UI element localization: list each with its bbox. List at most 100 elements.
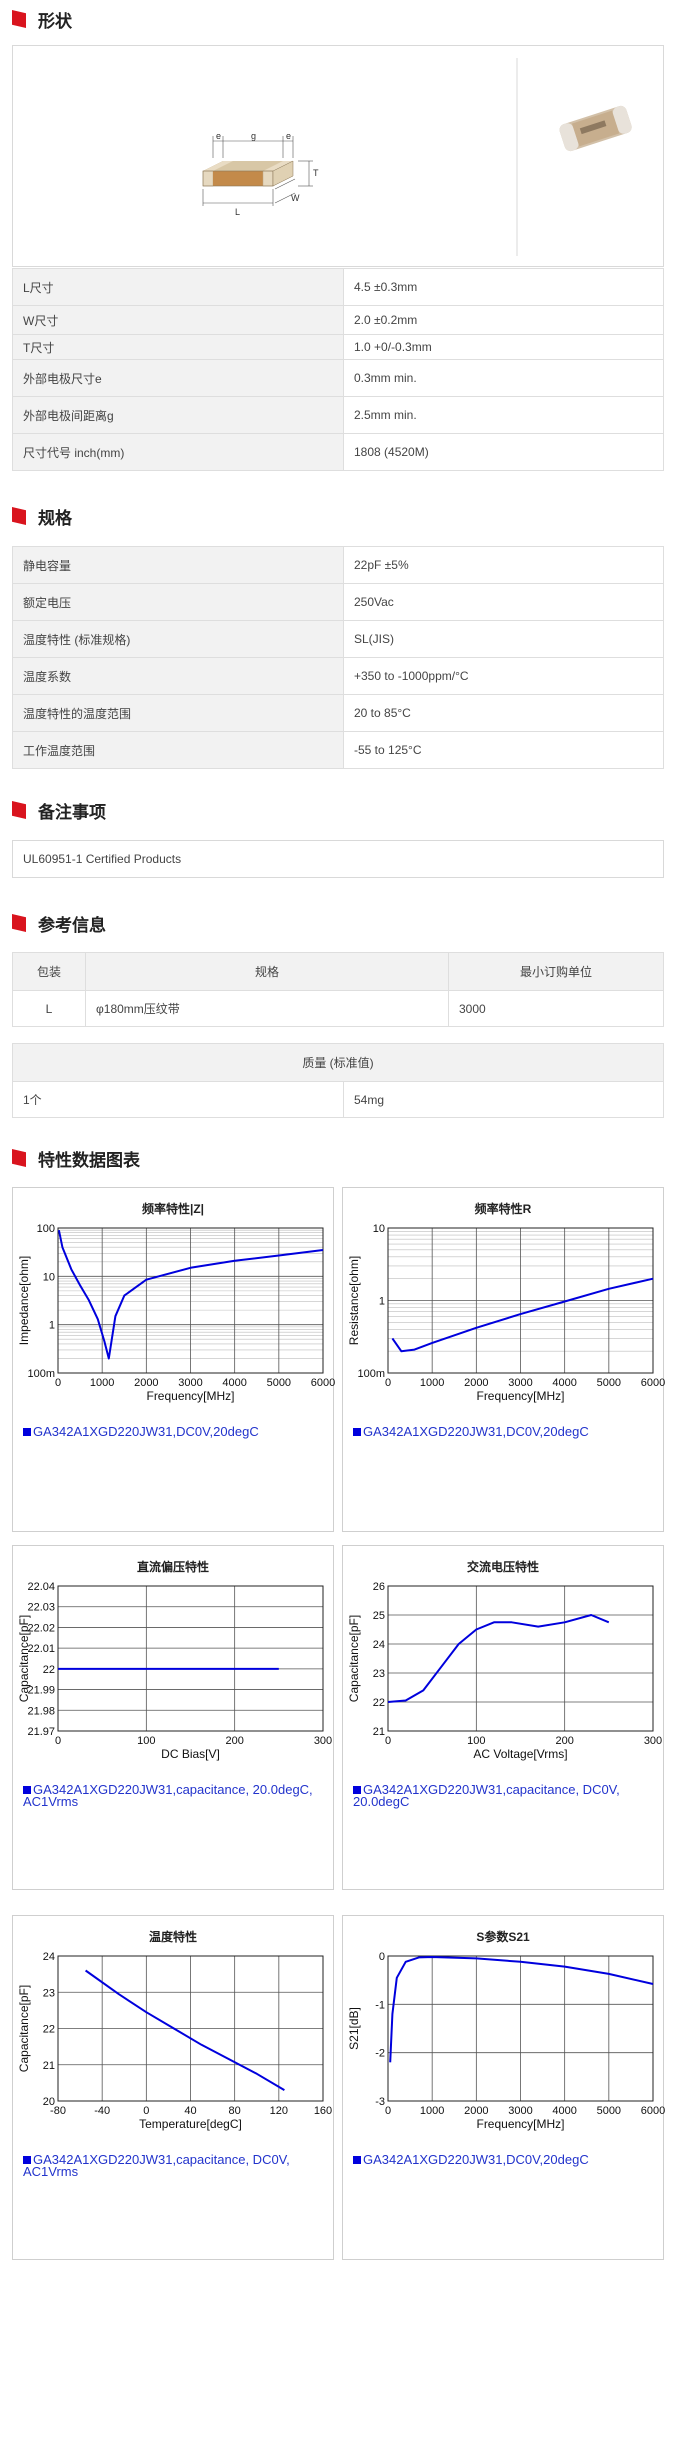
y-axis-label: S21[dB] [347, 2007, 361, 2050]
y-axis-label: Resistance[ohm] [347, 1256, 361, 1345]
dim-value: 1808 (4520M) [343, 433, 664, 471]
mass-value: 54mg [343, 1081, 664, 1118]
section-shape-header: 形状 [12, 6, 72, 32]
series-line [387, 1614, 610, 1703]
chart-legend: GA342A1XGD220JW31,DC0V,20degC [23, 1425, 313, 1438]
x-tick-label: 200 [225, 1735, 243, 1747]
y-tick-label: -2 [375, 2048, 385, 2060]
chart-ac-voltage: 交流电压特性 0 100 200 300 26 25 24 23 22 21 AC Voltage[… [342, 1545, 664, 1890]
column-header: 质量 (标准值) [12, 1043, 664, 1082]
table-row: 温度系数 +350 to -1000ppm/°C [12, 657, 664, 695]
dim-value: 2.5mm min. [343, 396, 664, 434]
x-tick-label: 5000 [597, 2105, 621, 2117]
spec-value: 22pF ±5% [343, 546, 664, 584]
table-row: 额定电压 250Vac [12, 583, 664, 621]
legend-marker-icon [23, 1428, 31, 1436]
x-tick-label: 1000 [90, 1377, 114, 1389]
x-axis-label: Frequency[MHz] [146, 1389, 234, 1403]
x-axis-label: DC Bias[V] [161, 1747, 220, 1761]
y-tick-label: 21 [373, 1726, 385, 1738]
table-row: 温度特性的温度范围 20 to 85°C [12, 694, 664, 732]
packaging-moq: 3000 [448, 990, 664, 1027]
section-title: 规格 [38, 508, 72, 528]
table-row: W尺寸 2.0 ±0.2mm [12, 305, 664, 335]
legend-label: GA342A1XGD220JW31,capacitance, 20.0degC,… [23, 1782, 313, 1809]
x-tick-label: 4000 [222, 1377, 246, 1389]
mass-unit: 1个 [12, 1081, 344, 1118]
table-row: 1个 54mg [12, 1081, 664, 1118]
x-tick-label: 300 [644, 1735, 662, 1747]
notes-box: UL60951-1 Certified Products [12, 840, 664, 878]
x-tick-label: 6000 [641, 1377, 665, 1389]
table-row: 静电容量 22pF ±5% [12, 546, 664, 584]
y-tick-label: 100m [357, 1368, 385, 1380]
table-row: L φ180mm压纹带 3000 [12, 990, 664, 1027]
chip-photo [559, 105, 632, 152]
y-tick-label: 21.98 [27, 1705, 55, 1717]
y-tick-label: 100 [37, 1223, 55, 1235]
y-tick-label: 24 [43, 1951, 55, 1963]
section-flag-icon [12, 507, 26, 525]
y-tick-label: 22 [43, 1664, 55, 1676]
dim-g: g [251, 131, 256, 141]
y-tick-label: 10 [43, 1271, 55, 1283]
section-flag-icon [12, 914, 26, 932]
packaging-code: L [12, 990, 86, 1027]
y-tick-label: 0 [379, 1951, 385, 1963]
dimension-table: L尺寸 4.5 ±0.3mm W尺寸 2.0 ±0.2mm T尺寸 1.0 +0… [12, 268, 664, 471]
packaging-table: 包装 规格 最小订购单位 L φ180mm压纹带 3000 [12, 952, 664, 1027]
chart-legend: GA342A1XGD220JW31,capacitance, 20.0degC,… [23, 1782, 313, 1809]
y-tick-label: 23 [373, 1668, 385, 1680]
x-tick-label: 100 [137, 1735, 155, 1747]
y-tick-label: -3 [375, 2096, 385, 2108]
table-header-row: 质量 (标准值) [12, 1043, 664, 1082]
x-tick-label: 80 [229, 2105, 241, 2117]
x-tick-label: 5000 [597, 1377, 621, 1389]
dim-t: T [313, 168, 319, 178]
y-tick-label: 26 [373, 1581, 385, 1593]
legend-marker-icon [353, 2156, 361, 2164]
y-tick-label: 22 [43, 2024, 55, 2036]
y-tick-label: 23 [43, 1987, 55, 1999]
x-tick-label: 40 [184, 2105, 196, 2117]
chart-s21: S参数S21 0 1000 2000 3000 4000 5000 6000 0 -1 -2 -3 F… [342, 1915, 665, 2260]
section-title: 特性数据图表 [38, 1150, 140, 1170]
spec-value: -55 to 125°C [343, 731, 664, 769]
x-tick-label: -40 [94, 2105, 110, 2117]
x-axis-label: Frequency[MHz] [476, 1389, 564, 1403]
chart-impedance: 频率特性|Z| 0 1000 2000 3000 4000 5000 6000 100 10 1 1… [12, 1187, 335, 1532]
x-tick-label: 0 [385, 1377, 391, 1389]
series-line [389, 1956, 654, 2063]
y-axis-label: Capacitance[pF] [347, 1615, 361, 1702]
y-tick-label: 100m [27, 1368, 55, 1380]
chart-resistance: 频率特性R 0 1000 2000 3000 4000 5000 6000 10 1 100m Fr… [342, 1187, 665, 1532]
chart-plot: 0 1000 2000 3000 4000 5000 6000 0 -1 -2 -3 Frequenc… [347, 1951, 665, 2131]
chart-plot: -80 -40 0 40 80 120 1602423222120Temperature[d… [17, 1951, 332, 2131]
y-tick-label: 24 [373, 1639, 385, 1651]
column-header: 规格 [85, 952, 449, 991]
x-tick-label: 6000 [641, 2105, 665, 2117]
dim-l: L [235, 207, 240, 217]
legend-marker-icon [353, 1786, 361, 1794]
y-tick-label: 10 [373, 1223, 385, 1235]
table-header-row: 包装 规格 最小订购单位 [12, 952, 664, 991]
legend-marker-icon [353, 1428, 361, 1436]
x-tick-label: 0 [143, 2105, 149, 2117]
y-tick-label: -1 [375, 1999, 385, 2011]
spec-value: SL(JIS) [343, 620, 664, 658]
chart-dc-bias: 直流偏压特性 0 100 200 300 22.04 22.03 22.02 22.01 22 2… [12, 1545, 334, 1890]
x-tick-label: 160 [314, 2105, 332, 2117]
dim-label: 外部电极尺寸e [12, 359, 344, 397]
chart-plot: 0 100 200 300 22.04 22.03 22.02 22.01 22 21.99 21.… [17, 1581, 332, 1761]
series-line [85, 1969, 285, 2091]
spec-value: 20 to 85°C [343, 694, 664, 732]
y-tick-label: 22.03 [27, 1602, 55, 1614]
y-tick-label: 1 [379, 1296, 385, 1308]
spec-table: 静电容量 22pF ±5% 额定电压 250Vac 温度特性 (标准规格) SL(JI… [12, 546, 664, 769]
packaging-spec: φ180mm压纹带 [85, 990, 449, 1027]
x-tick-label: 3000 [178, 1377, 202, 1389]
shape-image-panel: e g e T L W [12, 45, 664, 267]
section-flag-icon [12, 10, 26, 28]
chart-plot: 0 1000 2000 3000 4000 5000 6000 100 10 1 100m Frequ… [17, 1223, 335, 1403]
column-header: 最小订购单位 [448, 952, 664, 991]
